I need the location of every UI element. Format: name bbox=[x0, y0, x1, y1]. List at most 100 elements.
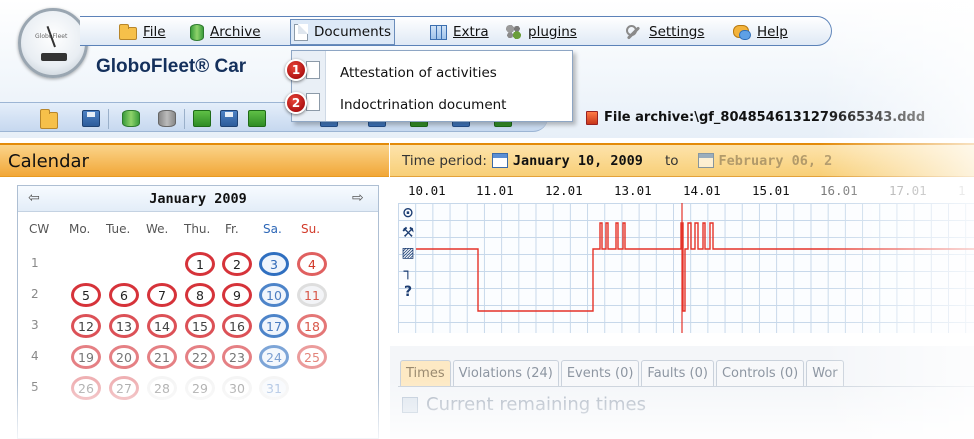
calendar-day[interactable]: 12 bbox=[71, 314, 101, 338]
calendar-day[interactable]: 28 bbox=[147, 376, 177, 400]
x-label: 17.01 bbox=[889, 183, 927, 198]
calendar-day[interactable]: 5 bbox=[71, 283, 101, 307]
menu-extra-label: Extra bbox=[453, 24, 489, 40]
column-header-thu: Thu. bbox=[184, 222, 211, 236]
column-header-fr: Fr. bbox=[225, 222, 239, 236]
archive-db-icon[interactable] bbox=[122, 110, 140, 127]
tab-divider bbox=[398, 386, 974, 387]
menu-settings-label: Settings bbox=[649, 24, 705, 40]
details-tab-row: Times Violations (24) Events (0) Faults … bbox=[400, 360, 844, 386]
column-header-su: Su. bbox=[301, 222, 321, 236]
calendar-day[interactable]: 6 bbox=[109, 283, 139, 307]
calendar-day[interactable]: 7 bbox=[147, 283, 177, 307]
next-month-arrow-icon[interactable]: ⇨ bbox=[352, 190, 364, 206]
puzzle-icon bbox=[505, 24, 522, 40]
step-badge-2: 2 bbox=[285, 92, 307, 114]
current-remaining-times: Current remaining times bbox=[402, 394, 646, 415]
calendar-day[interactable]: 11 bbox=[297, 283, 327, 307]
menu-settings[interactable]: Settings bbox=[622, 21, 707, 43]
calendar-day[interactable]: 4 bbox=[297, 252, 327, 276]
calendar-icon[interactable] bbox=[697, 153, 714, 168]
time-period-label: Time period: bbox=[402, 152, 487, 169]
app-logo-gauge: GloboFleet bbox=[18, 8, 88, 78]
x-label: 10.01 bbox=[408, 183, 446, 198]
calendar-day[interactable]: 26 bbox=[71, 376, 101, 400]
step-badge-1: 1 bbox=[285, 59, 307, 81]
menu-extra[interactable]: Extra bbox=[427, 21, 492, 43]
save-icon[interactable] bbox=[82, 110, 100, 127]
week-number: 2 bbox=[31, 287, 39, 301]
tab-faults[interactable]: Faults (0) bbox=[641, 360, 714, 386]
tab-work[interactable]: Wor bbox=[806, 360, 844, 386]
export-save-icon[interactable] bbox=[220, 110, 238, 127]
column-header-tue: Tue. bbox=[106, 222, 131, 236]
calendar-day[interactable]: 10 bbox=[259, 283, 289, 307]
week-number: 5 bbox=[31, 380, 39, 394]
calendar-day[interactable]: 25 bbox=[297, 345, 327, 369]
calendar-header: Calendar bbox=[0, 143, 389, 177]
column-header-cw: CW bbox=[29, 222, 50, 236]
tab-controls[interactable]: Controls (0) bbox=[715, 360, 805, 386]
menu-archive[interactable]: Archive bbox=[187, 21, 264, 43]
x-label: 14.01 bbox=[683, 183, 721, 198]
document-icon bbox=[306, 93, 320, 111]
calendar-day[interactable]: 29 bbox=[185, 376, 215, 400]
time-period-from[interactable]: January 10, 2009 bbox=[513, 153, 643, 169]
document-toolbar-icon[interactable] bbox=[248, 110, 266, 127]
calendar-header-title: Calendar bbox=[8, 151, 89, 172]
time-period-to-label: to bbox=[664, 152, 679, 169]
details-tabs-area: Times Violations (24) Events (0) Faults … bbox=[390, 346, 974, 439]
open-folder-icon[interactable] bbox=[40, 109, 58, 129]
calendar-day[interactable]: 27 bbox=[109, 376, 139, 400]
calendar-day[interactable]: 24 bbox=[259, 345, 289, 369]
calendar-day[interactable]: 30 bbox=[222, 376, 252, 400]
calendar-day[interactable]: 8 bbox=[185, 283, 215, 307]
calendar-day[interactable]: 9 bbox=[222, 283, 252, 307]
archive-disabled-icon[interactable] bbox=[158, 110, 176, 127]
document-icon bbox=[294, 23, 308, 41]
calendar-day[interactable]: 18 bbox=[297, 314, 327, 338]
tab-violations[interactable]: Violations (24) bbox=[452, 360, 559, 386]
menu-file[interactable]: File bbox=[116, 21, 169, 43]
calendar-day[interactable]: 14 bbox=[147, 314, 177, 338]
wrench-icon bbox=[625, 24, 643, 40]
time-period-to[interactable]: February 06, 2 bbox=[719, 153, 833, 169]
calendar-day[interactable]: 2 bbox=[222, 252, 252, 276]
menu-file-label: File bbox=[143, 24, 166, 40]
database-icon bbox=[190, 23, 204, 41]
calendar-day[interactable]: 16 bbox=[222, 314, 252, 338]
x-label: 1 bbox=[958, 183, 966, 198]
activity-line bbox=[416, 222, 974, 312]
calendar-day[interactable]: 23 bbox=[222, 345, 252, 369]
calendar-icon[interactable] bbox=[491, 153, 508, 168]
activity-chart: 10.01 11.01 12.01 13.01 14.01 15.01 16.0… bbox=[398, 183, 974, 338]
column-header-mo: Mo. bbox=[69, 222, 91, 236]
calendar-day[interactable]: 31 bbox=[259, 376, 289, 400]
calendar-day[interactable]: 19 bbox=[71, 345, 101, 369]
dropdown-item-attestation[interactable]: Attestation of activities bbox=[340, 62, 497, 84]
document-icon bbox=[306, 61, 320, 79]
week-number: 4 bbox=[31, 349, 39, 363]
menu-plugins[interactable]: plugins bbox=[502, 21, 580, 43]
remaining-times-title: Current remaining times bbox=[426, 394, 646, 415]
tab-events[interactable]: Events (0) bbox=[560, 360, 640, 386]
calendar-day[interactable]: 3 bbox=[259, 252, 289, 276]
menu-help[interactable]: Help bbox=[730, 21, 791, 43]
x-label: 11.01 bbox=[476, 183, 514, 198]
calendar-day[interactable]: 21 bbox=[147, 345, 177, 369]
calendar-day[interactable]: 22 bbox=[185, 345, 215, 369]
week-number: 3 bbox=[31, 318, 39, 332]
calendar-day[interactable]: 13 bbox=[109, 314, 139, 338]
tab-times[interactable]: Times bbox=[400, 360, 451, 386]
import-icon[interactable] bbox=[193, 110, 211, 127]
calendar-panel: Calendar ⇦ January 2009 ⇨ CW Mo. Tue. We… bbox=[0, 143, 389, 439]
calendar-day[interactable]: 15 bbox=[185, 314, 215, 338]
file-archive-icon bbox=[586, 110, 598, 125]
calendar-month-view: ⇦ January 2009 ⇨ CW Mo. Tue. We. Thu. Fr… bbox=[17, 185, 379, 439]
dropdown-item-indoctrination[interactable]: Indoctrination document bbox=[340, 94, 506, 116]
menu-documents[interactable]: Documents bbox=[290, 19, 395, 45]
calendar-day[interactable]: 1 bbox=[185, 252, 215, 276]
menu-plugins-label: plugins bbox=[528, 24, 577, 40]
calendar-day[interactable]: 20 bbox=[109, 345, 139, 369]
calendar-day[interactable]: 17 bbox=[259, 314, 289, 338]
